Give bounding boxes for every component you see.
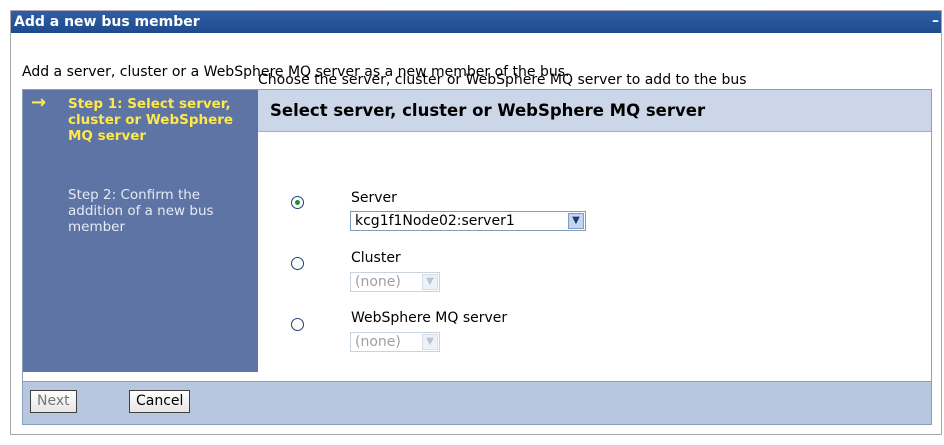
cluster-radio[interactable] (291, 257, 304, 270)
window-titlebar: Add a new bus member – (11, 11, 941, 33)
window-title: Add a new bus member (14, 14, 200, 30)
mq-server-select[interactable]: (none) ▼ (350, 332, 440, 352)
mq-server-select-value: (none) (355, 334, 401, 350)
panel-title: Select server, cluster or WebSphere MQ s… (270, 101, 706, 120)
server-label: Server (351, 190, 397, 206)
server-radio[interactable] (291, 196, 304, 209)
chevron-down-icon[interactable]: ▼ (568, 213, 584, 229)
wizard-footer: Next Cancel (22, 382, 932, 425)
server-select[interactable]: kcg1f1Node02:server1 ▼ (350, 211, 586, 231)
step-1-label: Step 1: Select server, cluster or WebSph… (68, 96, 234, 144)
step-2-label: Step 2: Confirm the addition of a new bu… (68, 187, 214, 235)
cluster-select-value: (none) (355, 274, 401, 290)
collapse-icon[interactable]: – (932, 11, 939, 31)
chevron-down-icon: ▼ (422, 334, 438, 350)
current-step-arrow-icon: → (31, 92, 47, 113)
next-button[interactable]: Next (30, 390, 77, 413)
cluster-select[interactable]: (none) ▼ (350, 272, 440, 292)
server-select-value: kcg1f1Node02:server1 (355, 213, 515, 229)
wizard-panel: → Step 1: Select server, cluster or WebS… (22, 89, 932, 382)
cancel-button[interactable]: Cancel (129, 390, 191, 413)
chevron-down-icon: ▼ (422, 274, 438, 290)
cluster-label: Cluster (351, 250, 401, 266)
panel-header: Select server, cluster or WebSphere MQ s… (258, 90, 931, 132)
mq-server-radio[interactable] (291, 318, 304, 331)
wizard-steps-sidebar: → Step 1: Select server, cluster or WebS… (23, 90, 258, 372)
instruction-text: Choose the server, cluster or WebSphere … (258, 72, 747, 88)
mq-server-label: WebSphere MQ server (351, 310, 508, 326)
